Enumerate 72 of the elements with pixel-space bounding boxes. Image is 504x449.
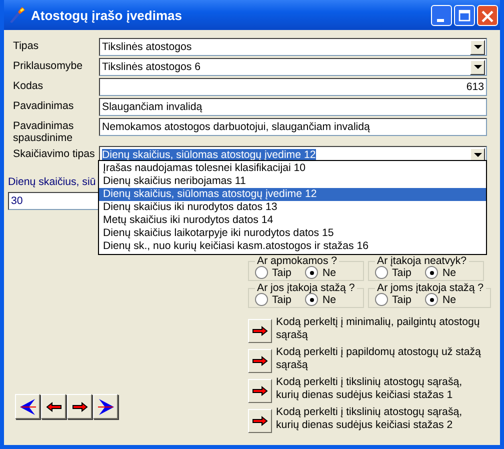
left-arrow-icon <box>18 398 36 414</box>
radio-option[interactable]: Ne <box>305 267 336 278</box>
nav-button[interactable] <box>93 394 118 419</box>
radio-label: Ne <box>322 294 336 306</box>
radio-option[interactable]: Taip <box>375 267 412 278</box>
radio-option[interactable]: Ne <box>305 294 336 305</box>
close-button[interactable] <box>477 4 498 26</box>
radio-button[interactable] <box>375 266 388 279</box>
radio-button[interactable] <box>375 293 388 306</box>
radio-button[interactable] <box>425 293 438 306</box>
dropdown-option[interactable]: Įrašas naudojamas tolesnei klasifikacijai 10 <box>99 162 486 175</box>
field-label: Pavadinimas <box>12 99 75 112</box>
radio-button[interactable] <box>305 266 318 279</box>
radio-option[interactable]: Ne <box>425 294 456 305</box>
minimize-button[interactable] <box>431 4 452 26</box>
radio-label: Taip <box>272 266 292 278</box>
nav-button[interactable] <box>41 394 66 419</box>
move-button[interactable] <box>248 409 272 433</box>
input-field[interactable]: Slaugančiam invalidą <box>99 98 487 116</box>
move-button[interactable] <box>248 319 272 343</box>
radio-button[interactable] <box>255 293 268 306</box>
radio-option[interactable]: Taip <box>255 267 292 278</box>
action-label: Kodą perkeltį į minimalių, pailgintų atostogų sąrašą <box>276 316 480 342</box>
field-label: Tipas <box>12 39 40 52</box>
group-title: Ar joms įtakoja stažą ? <box>376 283 485 294</box>
dropdown-field[interactable]: Tikslinės atostogos 6 <box>99 58 487 76</box>
right-arrow-icon <box>72 402 88 412</box>
dropdown-option[interactable]: Dienų sk., nuo kurių keičiasi kasm.atostogos ir stažas 16 <box>99 240 486 253</box>
window-title: Atostogų įrašo įvedimas <box>31 8 183 22</box>
field-label: Dienų skaičius, siū <box>8 176 96 188</box>
right-arrow-icon <box>96 398 114 414</box>
dropdown-option[interactable]: Metų skaičius iki nurodytos datos 14 <box>99 214 486 227</box>
move-button[interactable] <box>248 349 272 373</box>
move-button[interactable] <box>248 379 272 403</box>
group-title: Ar įtakoja neatvyk? <box>376 256 468 267</box>
radio-label: Taip <box>272 294 292 306</box>
group-title: Ar apmokamos ? <box>256 256 338 267</box>
dropdown-field[interactable]: Tikslinės atostogos <box>99 38 487 56</box>
nav-button[interactable] <box>67 394 92 419</box>
field-label: Pavadinimas spausdinime <box>12 119 75 144</box>
radio-label: Taip <box>392 294 412 306</box>
radio-label: Taip <box>392 266 412 278</box>
maximize-button[interactable] <box>454 4 475 26</box>
right-arrow-icon <box>252 326 268 336</box>
radio-option[interactable]: Ne <box>425 267 456 278</box>
right-arrow-icon <box>252 356 268 366</box>
field-label: Skaičiavimo tipas <box>12 147 96 160</box>
input-field[interactable]: 613 <box>99 78 487 96</box>
radio-option[interactable]: Taip <box>255 294 292 305</box>
minimize-icon <box>437 18 444 22</box>
group-title: Ar jos įtakoja stažą ? <box>256 283 356 294</box>
radio-button[interactable] <box>305 293 318 306</box>
radio-option[interactable]: Taip <box>375 294 412 305</box>
nav-button[interactable] <box>15 394 40 419</box>
radio-label: Ne <box>442 294 456 306</box>
field-label: Kodas <box>12 79 44 92</box>
right-arrow-icon <box>252 416 268 426</box>
torch-icon <box>8 6 26 24</box>
radio-button[interactable] <box>255 266 268 279</box>
left-arrow-icon <box>46 402 62 412</box>
dropdown-option[interactable]: Dienų skaičius laikotarpyje iki nurodytos datos 15 <box>99 227 486 240</box>
dropdown-option[interactable]: Dienų skaičius neribojamas 11 <box>99 175 486 188</box>
input-field[interactable]: Nemokamos atostogos darbuotojui, slaugančiam invalidą <box>99 118 487 136</box>
action-label: Kodą perkelti į tikslinių atostogų sąrašą, kurių dienas sudėjus keičiasi stažas 1 <box>276 376 462 402</box>
radio-label: Ne <box>442 266 456 278</box>
radio-button[interactable] <box>425 266 438 279</box>
action-label: Kodą perkelti į papildomų atostogų už stažą sąrašą <box>276 346 481 372</box>
right-arrow-icon <box>252 386 268 396</box>
dropdown-option[interactable]: Dienų skaičius, siūlomas atostogų įvedime 12 <box>99 188 486 201</box>
field-label: Priklausomybe <box>12 59 84 72</box>
radio-label: Ne <box>322 266 336 278</box>
action-label: Kodą perkelti į tikslinių atostogų sąrašą, kurių dienas sudėjus keičiasi stažas 2 <box>276 406 462 432</box>
